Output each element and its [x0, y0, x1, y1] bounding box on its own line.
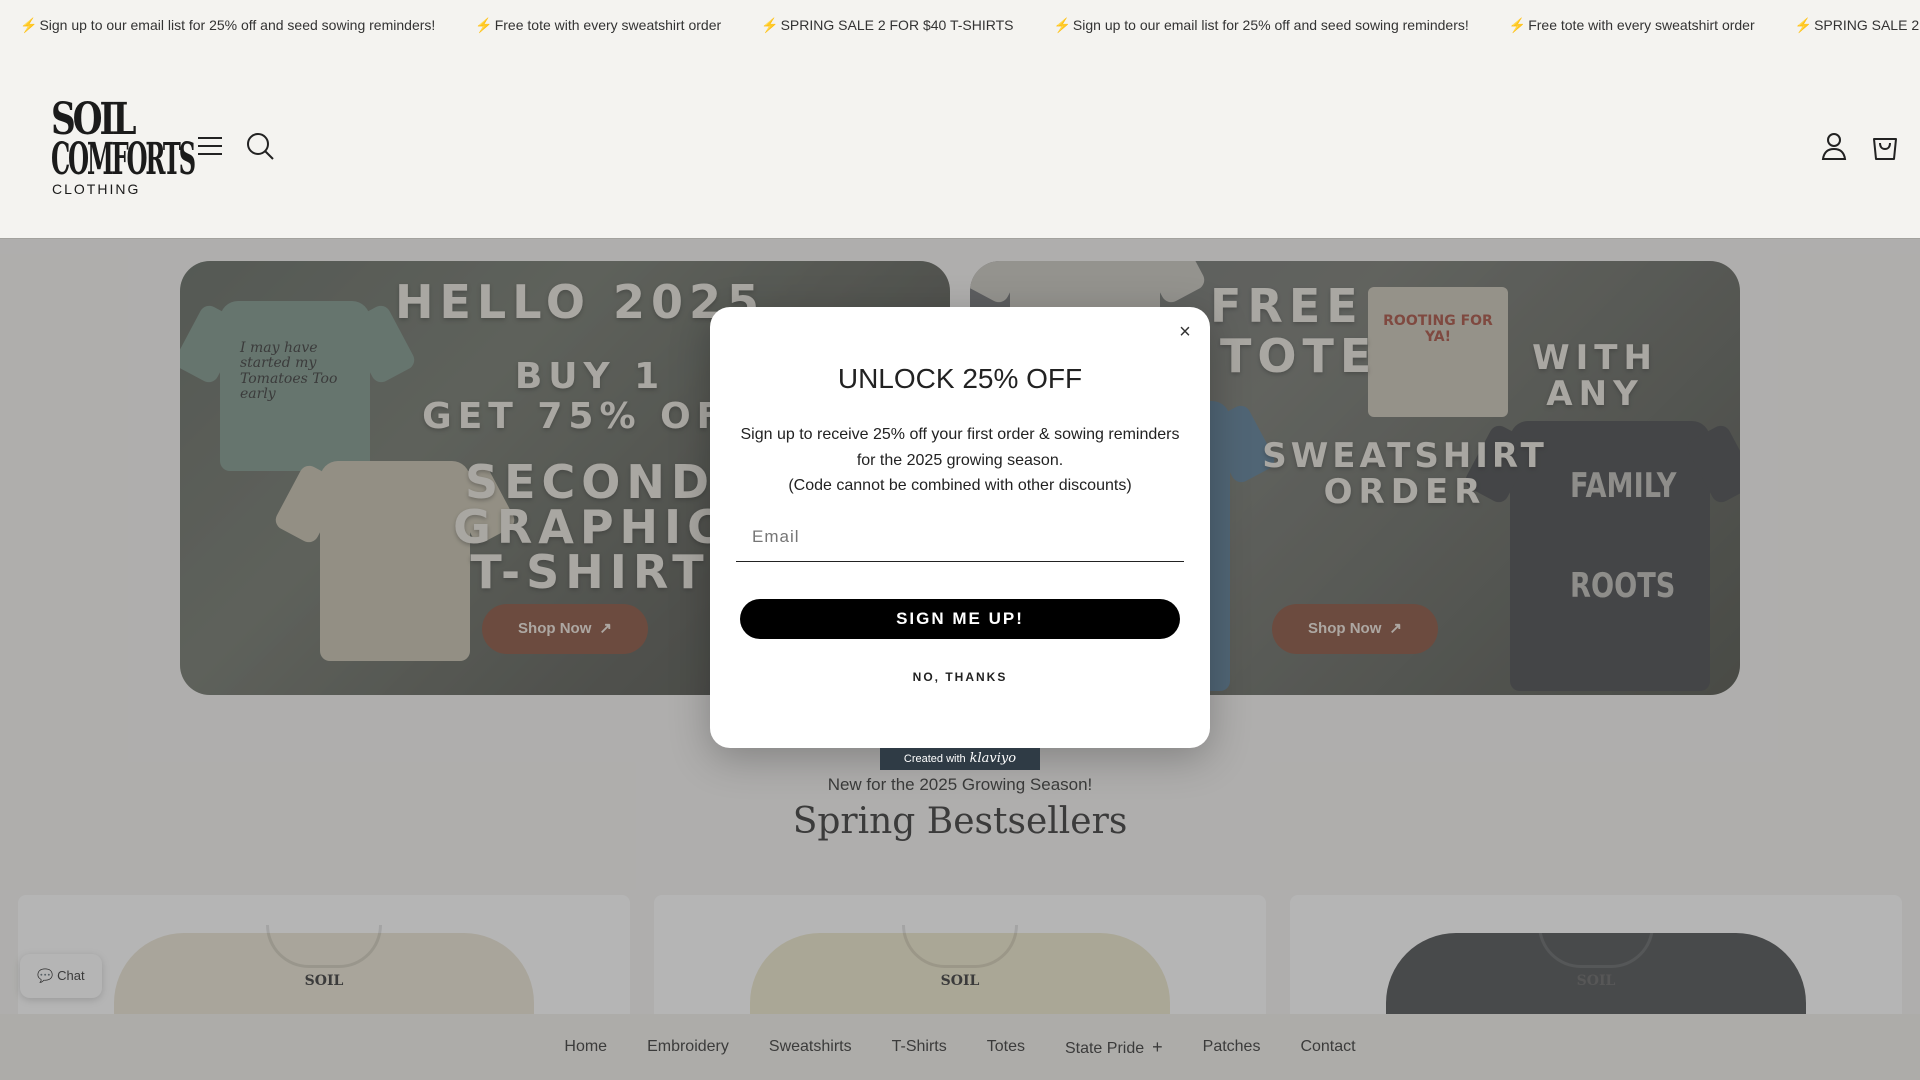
announcement-item: ⚡ Free tote with every sweatshirt order: [1508, 17, 1755, 33]
site-logo[interactable]: SOIL COMFORTS CLOTHING: [50, 98, 196, 197]
announcement-item: ⚡ Free tote with every sweatshirt order: [475, 17, 722, 33]
close-icon[interactable]: ×: [1172, 319, 1198, 345]
announcement-item: ⚡SPRING SALE 2 FOR $40 T-: [1794, 17, 1920, 33]
email-field[interactable]: [736, 512, 1184, 562]
logo-line-3: CLOTHING: [52, 181, 141, 197]
search-icon[interactable]: [244, 130, 276, 162]
modal-body: Sign up to receive 25% off your first or…: [740, 426, 1180, 495]
lightning-icon: ⚡: [761, 17, 779, 33]
lightning-icon: ⚡: [1508, 17, 1527, 33]
modal-title: UNLOCK 25% OFF: [837, 363, 1083, 394]
announcement-item: ⚡ SPRING SALE 2 FOR $40 T-SHIRTS: [761, 17, 1014, 33]
cart-icon[interactable]: [1869, 130, 1901, 162]
announcement-item: ⚡ Sign up to our email list for 25% off a…: [20, 17, 436, 33]
sign-up-button[interactable]: SIGN ME UP!: [740, 599, 1180, 639]
lightning-icon: ⚡: [20, 17, 38, 33]
logo-line-2: COMFORTS: [51, 134, 196, 185]
account-icon[interactable]: [1818, 130, 1850, 162]
lightning-icon: ⚡: [475, 17, 493, 33]
menu-icon[interactable]: [194, 130, 226, 162]
lightning-icon: ⚡: [1053, 17, 1071, 33]
announcement-item: ⚡ Sign up to our email list for 25% off a…: [1053, 17, 1469, 33]
klaviyo-badge[interactable]: Created with klaviyo: [880, 748, 1040, 770]
site-header: SOIL COMFORTS CLOTHING: [0, 50, 1920, 239]
announcement-bar: ⚡ Sign up to our email list for 25% off a…: [0, 0, 1920, 50]
no-thanks-button[interactable]: NO, THANKS: [710, 670, 1210, 684]
lightning-icon: ⚡: [1794, 17, 1813, 33]
signup-modal: × UNLOCK 25% OFF Sign up to receive 25% …: [710, 307, 1210, 748]
